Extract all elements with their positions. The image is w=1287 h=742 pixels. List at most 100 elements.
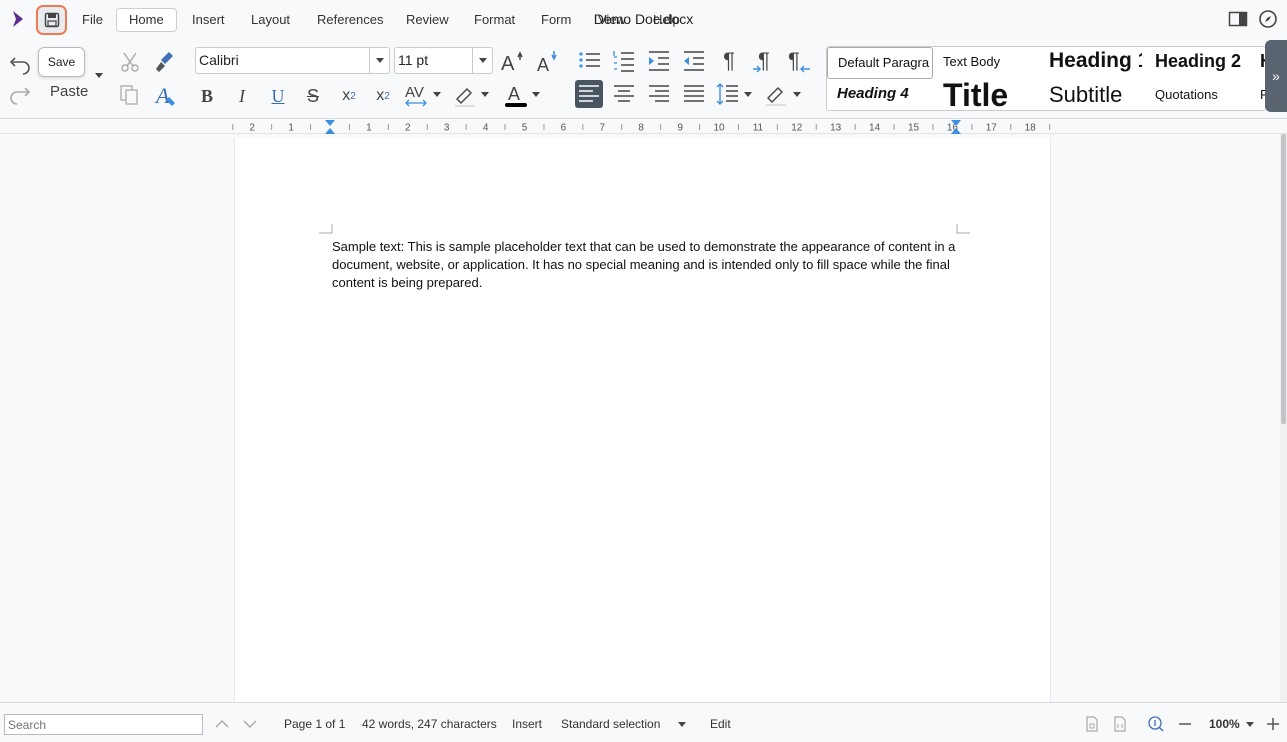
compass-icon[interactable] (1258, 9, 1278, 29)
style-heading-4[interactable]: Heading 4 (837, 85, 909, 102)
document-canvas[interactable]: Sample text: This is sample placeholder … (0, 134, 1280, 702)
menu-layout[interactable]: Layout (239, 8, 302, 32)
italic-icon[interactable]: I (229, 83, 255, 109)
paste-dropdown-arrow[interactable] (95, 73, 103, 78)
zoom-in-icon[interactable] (1264, 715, 1282, 733)
superscript-icon[interactable]: x2 (370, 83, 396, 109)
style-title[interactable]: Title (943, 77, 1008, 110)
style-default-paragraph[interactable]: Default Paragra (827, 47, 933, 79)
document-body-text[interactable]: Sample text: This is sample placeholder … (332, 238, 957, 293)
character-spacing-dropdown-arrow[interactable] (433, 92, 441, 97)
align-right-icon[interactable] (646, 81, 672, 107)
menu-home[interactable]: Home (116, 8, 177, 32)
insert-mode[interactable]: Insert (512, 717, 542, 731)
shrink-font-icon[interactable]: A (535, 48, 561, 74)
strikethrough-icon[interactable]: S (300, 83, 326, 109)
rtl-icon[interactable]: ¶ (786, 48, 812, 74)
font-color-dropdown-arrow[interactable] (532, 92, 540, 97)
style-heading-2[interactable]: Heading 2 (1155, 51, 1241, 72)
selection-mode[interactable]: Standard selection (561, 717, 660, 731)
previous-result-icon[interactable] (213, 715, 231, 733)
bullet-list-icon[interactable] (577, 48, 603, 74)
line-spacing-icon[interactable] (715, 81, 741, 107)
search-input[interactable] (4, 714, 203, 735)
underline-icon[interactable]: U (265, 83, 291, 109)
sidebar-toggle-icon[interactable] (1228, 9, 1248, 29)
next-result-icon[interactable] (241, 715, 259, 733)
align-center-icon[interactable] (611, 81, 637, 107)
subscript-icon[interactable]: x2 (336, 83, 362, 109)
edit-mode[interactable]: Edit (710, 717, 731, 731)
menu-view[interactable]: View (586, 8, 638, 32)
justify-icon[interactable] (681, 81, 707, 107)
formatting-marks-icon[interactable]: ¶ (716, 48, 742, 74)
zoom-dropdown-arrow[interactable] (1246, 722, 1254, 727)
style-quotations[interactable]: Quotations (1155, 87, 1218, 102)
align-left-icon (579, 85, 599, 102)
menu-references[interactable]: References (305, 8, 395, 32)
align-left-button[interactable] (575, 80, 603, 108)
increase-indent-icon[interactable] (646, 48, 672, 74)
line-spacing-dropdown-arrow[interactable] (744, 92, 752, 97)
font-name-value: Calibri (199, 52, 239, 68)
bold-icon[interactable]: B (194, 83, 220, 109)
styles-gallery: Default Paragra Text Body Heading 1 Head… (826, 46, 1266, 111)
ruler-label: 15 (908, 123, 920, 134)
save-button[interactable] (36, 5, 67, 35)
horizontal-ruler[interactable]: 2 1 1 2 3 4 5 6 7 8 9 10 11 12 13 14 15 16 17 18 (0, 118, 1287, 134)
style-subtitle[interactable]: Subtitle (1049, 82, 1122, 108)
menu-form[interactable]: Form (529, 8, 583, 32)
zoom-fit-icon[interactable] (1147, 715, 1165, 733)
font-name-select[interactable]: Calibri (195, 47, 390, 74)
undo-icon[interactable] (7, 50, 33, 76)
app-logo-icon[interactable] (10, 10, 28, 28)
numbered-list-icon[interactable] (611, 48, 637, 74)
selection-mode-dropdown-arrow[interactable] (678, 722, 686, 727)
ltr-icon[interactable]: ¶ (751, 48, 777, 74)
ruler-label: 1 (288, 123, 294, 134)
vertical-scrollbar[interactable] (1280, 134, 1287, 702)
ruler-label: 9 (677, 123, 683, 134)
menu-insert[interactable]: Insert (180, 8, 237, 32)
menu-file[interactable]: File (70, 8, 115, 32)
ruler-label: 5 (522, 123, 528, 134)
multi-page-view-icon[interactable] (1111, 715, 1129, 733)
paste-button[interactable]: Paste (50, 83, 88, 100)
menu-review[interactable]: Review (394, 8, 461, 32)
cut-icon[interactable] (117, 49, 143, 75)
menu-help[interactable]: Help (641, 8, 692, 32)
font-size-dropdown-arrow[interactable] (472, 48, 492, 73)
decrease-indent-icon[interactable] (681, 48, 707, 74)
clear-formatting-icon[interactable]: A (153, 82, 179, 108)
menu-bar: File Home Insert Layout References Revie… (0, 0, 1287, 40)
copy-icon[interactable] (117, 81, 143, 107)
double-chevron-right-icon: » (1272, 68, 1280, 84)
word-count[interactable]: 42 words, 247 characters (362, 717, 497, 731)
zoom-level[interactable]: 100% (1209, 717, 1240, 731)
expand-panel-button[interactable]: » (1265, 40, 1287, 112)
style-heading-1[interactable]: Heading 1 (1049, 49, 1142, 73)
zoom-out-icon[interactable] (1176, 715, 1194, 733)
font-color-icon[interactable]: A (503, 81, 529, 107)
format-painter-icon[interactable] (153, 49, 179, 75)
left-indent-marker[interactable] (325, 120, 335, 134)
save-tooltip: Save (38, 47, 85, 77)
character-spacing-icon[interactable]: AV (404, 82, 430, 108)
style-text-body[interactable]: Text Body (943, 54, 1000, 69)
grow-font-icon[interactable]: A (499, 48, 525, 74)
redo-icon[interactable] (7, 80, 33, 106)
page-indicator[interactable]: Page 1 of 1 (284, 717, 345, 731)
single-page-view-icon[interactable] (1083, 715, 1101, 733)
font-name-dropdown-arrow[interactable] (369, 48, 389, 73)
document-page[interactable]: Sample text: This is sample placeholder … (234, 138, 1051, 702)
paragraph-shading-dropdown-arrow[interactable] (793, 92, 801, 97)
ruler-label: 7 (600, 123, 606, 134)
status-bar: Page 1 of 1 42 words, 247 characters Ins… (0, 702, 1287, 742)
font-size-select[interactable]: 11 pt (394, 47, 493, 74)
paragraph-shading-icon[interactable] (763, 81, 789, 107)
scrollbar-thumb[interactable] (1281, 134, 1286, 424)
menu-format[interactable]: Format (462, 8, 527, 32)
highlight-dropdown-arrow[interactable] (481, 92, 489, 97)
highlight-icon[interactable] (452, 82, 478, 108)
ruler-label: 2 (249, 123, 255, 134)
